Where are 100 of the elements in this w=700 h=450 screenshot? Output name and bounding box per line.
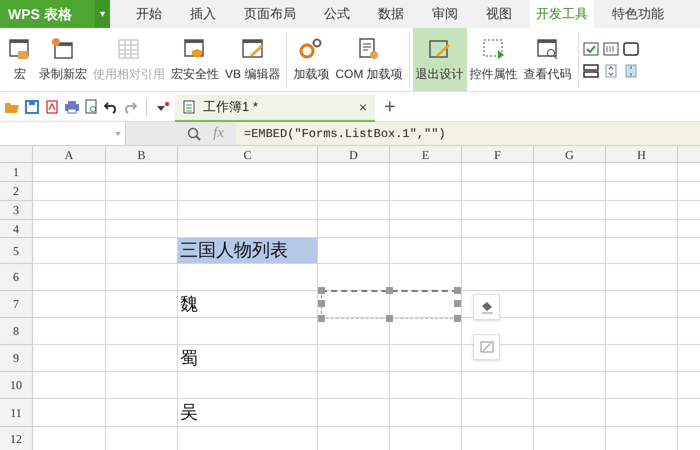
table-cell [534, 182, 606, 201]
ribbon-button[interactable]: 查看代码 [520, 28, 575, 91]
row-header[interactable]: 5 [0, 238, 33, 264]
scrollbar-icon[interactable] [622, 64, 639, 78]
undo-icon[interactable] [104, 100, 118, 114]
row-header[interactable]: 10 [0, 372, 33, 399]
table-cell [106, 220, 178, 238]
ribbon-button[interactable]: 加载项 [290, 28, 332, 91]
table-cell: 魏 [178, 291, 318, 318]
table-cell [534, 372, 606, 399]
formula-field[interactable]: =EMBED("Forms.ListBox.1","") [236, 122, 700, 145]
column-header[interactable]: F [462, 146, 534, 163]
table-cell [606, 264, 678, 291]
textbox-icon[interactable] [602, 42, 619, 56]
table-cell [606, 201, 678, 220]
table-cell [390, 163, 462, 182]
gears-icon [298, 36, 324, 60]
row-header[interactable]: 6 [0, 264, 33, 291]
listbox-icon[interactable] [582, 64, 599, 78]
ribbon-button[interactable]: 退出设计 [412, 28, 467, 91]
column-header[interactable]: H [606, 146, 678, 163]
checkbox-icon[interactable] [582, 42, 599, 56]
table-cell [534, 238, 606, 264]
table-cell [390, 182, 462, 201]
table-cell [462, 372, 534, 399]
table-cell [462, 182, 534, 201]
row-header[interactable]: 3 [0, 201, 33, 220]
table-cell [606, 182, 678, 201]
table-cell [462, 399, 534, 427]
table-cell [318, 345, 390, 372]
table-cell [106, 291, 178, 318]
row-header[interactable]: 2 [0, 182, 33, 201]
table-cell: 三国人物列表 [178, 238, 318, 264]
spin-button-icon[interactable] [602, 64, 619, 78]
ribbon-tab[interactable]: 审阅 [426, 0, 464, 28]
dropdown-icon[interactable] [156, 100, 170, 112]
ribbon-tab[interactable]: 公式 [318, 0, 356, 28]
save-icon[interactable] [25, 100, 39, 114]
ribbon-button[interactable]: 录制新宏 [36, 28, 90, 91]
column-header[interactable]: B [106, 146, 178, 163]
table-cell [106, 163, 178, 182]
row-header[interactable]: 7 [0, 291, 33, 318]
table-cell [318, 220, 390, 238]
ribbon-tab[interactable]: 特色功能 [606, 0, 670, 28]
row-header[interactable]: 11 [0, 399, 33, 427]
column-header[interactable]: G [534, 146, 606, 163]
ribbon-button[interactable]: VB 编辑器 [222, 28, 284, 91]
table-cell [390, 238, 462, 264]
caret-icon [115, 132, 121, 136]
row-header[interactable]: 12 [0, 427, 33, 450]
ribbon-button[interactable]: 宏安全性 [168, 28, 222, 91]
table-cell [534, 318, 606, 345]
ribbon-tab[interactable]: 插入 [184, 0, 222, 28]
table-cell [534, 220, 606, 238]
resize-icon [480, 341, 494, 353]
row-header[interactable]: 9 [0, 345, 33, 372]
print-preview-icon[interactable] [85, 99, 99, 114]
table-cell [462, 264, 534, 291]
print-icon[interactable] [64, 100, 80, 114]
ribbon-button[interactable]: 宏 [4, 28, 36, 91]
format-brush-button[interactable] [473, 294, 500, 320]
document-tab[interactable]: 工作簿1 * × [175, 94, 375, 122]
ribbon-tab[interactable]: 数据 [372, 0, 410, 28]
paint-bucket-icon [480, 300, 494, 314]
row-header[interactable]: 1 [0, 163, 33, 182]
close-tab-button[interactable]: × [358, 96, 367, 118]
table-cell [606, 291, 678, 318]
app-menu-button[interactable]: ▾ [95, 0, 110, 28]
table-cell [106, 399, 178, 427]
table-cell [534, 163, 606, 182]
record-icon [50, 36, 76, 60]
ribbon-button[interactable]: 控件属性 [466, 28, 521, 91]
table-cell [606, 238, 678, 264]
table-cell [462, 238, 534, 264]
column-header[interactable]: A [33, 146, 106, 163]
table-cell [106, 345, 178, 372]
ribbon-tab[interactable]: 开始 [130, 0, 168, 28]
column-header[interactable]: D [318, 146, 390, 163]
ribbon-button[interactable]: COM 加载项 [332, 28, 406, 91]
column-header[interactable]: E [390, 146, 462, 163]
ribbon-tab[interactable]: 页面布局 [238, 0, 302, 28]
row-header[interactable]: 8 [0, 318, 33, 345]
ribbon-tab[interactable]: 开发工具 [530, 0, 594, 28]
edit-shape-button[interactable] [473, 334, 500, 360]
button-control-icon[interactable] [622, 42, 639, 56]
new-tab-button[interactable]: + [380, 96, 400, 116]
column-header[interactable]: C [178, 146, 318, 163]
listbox-control[interactable] [318, 287, 461, 322]
table-cell [534, 399, 606, 427]
table-cell [534, 201, 606, 220]
row-header[interactable]: 4 [0, 220, 33, 238]
zoom-icon[interactable] [187, 126, 202, 140]
table-cell [106, 201, 178, 220]
table-cell [606, 345, 678, 372]
table-cell [318, 372, 390, 399]
ribbon-tab[interactable]: 视图 [480, 0, 518, 28]
pdf-export-icon[interactable] [44, 99, 59, 114]
app-name: WPS 表格 [8, 4, 72, 24]
table-cell [390, 399, 462, 427]
table-cell [318, 238, 390, 264]
